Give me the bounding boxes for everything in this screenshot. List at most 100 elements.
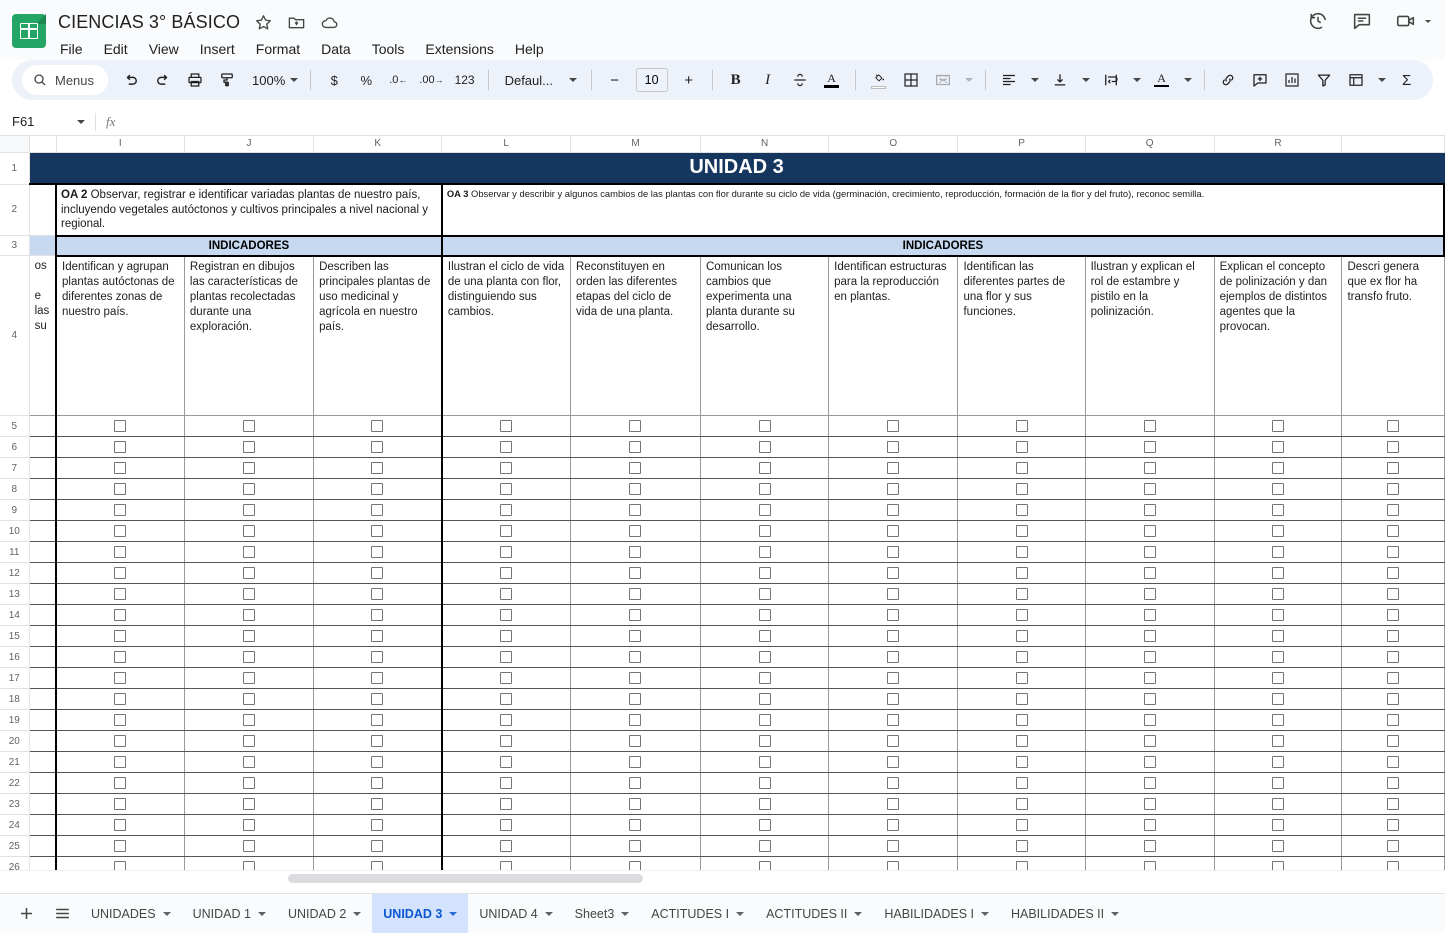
cell-blank[interactable]	[29, 184, 56, 236]
sheet-tab-actitudes-ii[interactable]: ACTITUDES II	[755, 894, 873, 933]
checkbox-cell[interactable]	[958, 710, 1085, 731]
checkbox-unchecked-icon[interactable]	[629, 840, 641, 852]
checkbox-cell[interactable]	[56, 563, 184, 584]
checkbox-cell[interactable]	[958, 416, 1085, 437]
checkbox-unchecked-icon[interactable]	[1387, 672, 1399, 684]
page-title[interactable]: CIENCIAS 3° BÁSICO	[58, 12, 240, 33]
checkbox-unchecked-icon[interactable]	[759, 483, 771, 495]
indicator-header-4[interactable]: Ilustran el ciclo de vida de una planta …	[442, 256, 571, 416]
checkbox-cell[interactable]	[1342, 605, 1444, 626]
checkbox-unchecked-icon[interactable]	[1387, 609, 1399, 621]
checkbox-cell[interactable]	[442, 668, 571, 689]
checkbox-unchecked-icon[interactable]	[1144, 441, 1156, 453]
checkbox-cell[interactable]	[958, 752, 1085, 773]
meet-camera-icon[interactable]	[1395, 10, 1431, 32]
checkbox-cell[interactable]	[571, 773, 701, 794]
checkbox-unchecked-icon[interactable]	[1387, 420, 1399, 432]
checkbox-unchecked-icon[interactable]	[114, 441, 126, 453]
checkbox-unchecked-icon[interactable]	[759, 840, 771, 852]
checkbox-unchecked-icon[interactable]	[114, 651, 126, 663]
checkbox-cell[interactable]	[56, 605, 184, 626]
checkbox-unchecked-icon[interactable]	[1272, 693, 1284, 705]
checkbox-cell[interactable]	[1085, 647, 1214, 668]
checkbox-cell[interactable]	[1085, 731, 1214, 752]
checkbox-unchecked-icon[interactable]	[114, 693, 126, 705]
checkbox-cell[interactable]	[1342, 500, 1444, 521]
column-header-I[interactable]: I	[56, 136, 184, 152]
checkbox-cell[interactable]	[442, 500, 571, 521]
sheet-tab-habilidades-ii[interactable]: HABILIDADES II	[1000, 894, 1130, 933]
checkbox-unchecked-icon[interactable]	[887, 588, 899, 600]
checkbox-cell[interactable]	[1342, 773, 1444, 794]
checkbox-unchecked-icon[interactable]	[243, 504, 255, 516]
checkbox-unchecked-icon[interactable]	[500, 756, 512, 768]
insert-comment-icon[interactable]	[1245, 65, 1275, 95]
menu-item-data[interactable]: Data	[319, 40, 353, 58]
sheet-tab-actitudes-i[interactable]: ACTITUDES I	[640, 894, 755, 933]
checkbox-unchecked-icon[interactable]	[1387, 735, 1399, 747]
borders-icon[interactable]	[896, 65, 926, 95]
cell-blank[interactable]	[29, 236, 56, 256]
decrease-font-size-button[interactable]: −	[600, 65, 630, 95]
checkbox-unchecked-icon[interactable]	[1016, 651, 1028, 663]
student-name-cell[interactable]	[29, 458, 56, 479]
column-header-L[interactable]: L	[442, 136, 571, 152]
checkbox-unchecked-icon[interactable]	[114, 840, 126, 852]
checkbox-cell[interactable]	[700, 815, 828, 836]
functions-icon[interactable]	[1341, 65, 1371, 95]
checkbox-unchecked-icon[interactable]	[1016, 567, 1028, 579]
indicator-header-11[interactable]: Descri genera que ex flor ha transfo fru…	[1342, 256, 1444, 416]
checkbox-cell[interactable]	[314, 836, 442, 857]
student-name-cell[interactable]	[29, 605, 56, 626]
checkbox-unchecked-icon[interactable]	[1016, 462, 1028, 474]
checkbox-unchecked-icon[interactable]	[1144, 609, 1156, 621]
checkbox-unchecked-icon[interactable]	[1144, 693, 1156, 705]
checkbox-cell[interactable]	[700, 479, 828, 500]
checkbox-unchecked-icon[interactable]	[500, 693, 512, 705]
checkbox-unchecked-icon[interactable]	[243, 462, 255, 474]
sheet-tab-unidad-3[interactable]: UNIDAD 3	[372, 894, 468, 933]
checkbox-unchecked-icon[interactable]	[1272, 525, 1284, 537]
indicator-header-9[interactable]: Ilustran y explican el rol de estambre y…	[1085, 256, 1214, 416]
checkbox-unchecked-icon[interactable]	[500, 567, 512, 579]
fill-color-icon[interactable]	[864, 65, 894, 95]
student-name-cell[interactable]	[29, 731, 56, 752]
checkbox-cell[interactable]	[184, 752, 313, 773]
italic-button[interactable]: I	[753, 65, 783, 95]
table-row[interactable]: 15	[0, 626, 1444, 647]
checkbox-unchecked-icon[interactable]	[500, 441, 512, 453]
checkbox-cell[interactable]	[1214, 437, 1342, 458]
checkbox-cell[interactable]	[1085, 752, 1214, 773]
row-header-12[interactable]: 12	[0, 563, 29, 584]
checkbox-cell[interactable]	[314, 731, 442, 752]
checkbox-cell[interactable]	[571, 437, 701, 458]
column-header-P[interactable]: P	[958, 136, 1085, 152]
checkbox-cell[interactable]	[184, 416, 313, 437]
checkbox-cell[interactable]	[958, 542, 1085, 563]
checkbox-unchecked-icon[interactable]	[1144, 840, 1156, 852]
checkbox-unchecked-icon[interactable]	[1016, 441, 1028, 453]
checkbox-cell[interactable]	[1214, 689, 1342, 710]
checkbox-cell[interactable]	[442, 773, 571, 794]
checkbox-cell[interactable]	[1085, 542, 1214, 563]
checkbox-cell[interactable]	[184, 794, 313, 815]
checkbox-unchecked-icon[interactable]	[1387, 441, 1399, 453]
checkbox-cell[interactable]	[314, 668, 442, 689]
checkbox-unchecked-icon[interactable]	[371, 714, 383, 726]
comment-icon[interactable]	[1351, 10, 1373, 32]
checkbox-unchecked-icon[interactable]	[1144, 546, 1156, 558]
table-row[interactable]: 8	[0, 479, 1444, 500]
checkbox-unchecked-icon[interactable]	[629, 588, 641, 600]
student-name-cell[interactable]	[29, 542, 56, 563]
row-header-18[interactable]: 18	[0, 689, 29, 710]
checkbox-unchecked-icon[interactable]	[1272, 630, 1284, 642]
checkbox-cell[interactable]	[184, 731, 313, 752]
column-header-J[interactable]: J	[184, 136, 313, 152]
table-row[interactable]: 12	[0, 563, 1444, 584]
checkbox-cell[interactable]	[314, 542, 442, 563]
student-name-cell[interactable]	[29, 437, 56, 458]
row-header-1[interactable]: 1	[0, 152, 29, 184]
checkbox-cell[interactable]	[1214, 584, 1342, 605]
checkbox-cell[interactable]	[571, 710, 701, 731]
row-header-9[interactable]: 9	[0, 500, 29, 521]
